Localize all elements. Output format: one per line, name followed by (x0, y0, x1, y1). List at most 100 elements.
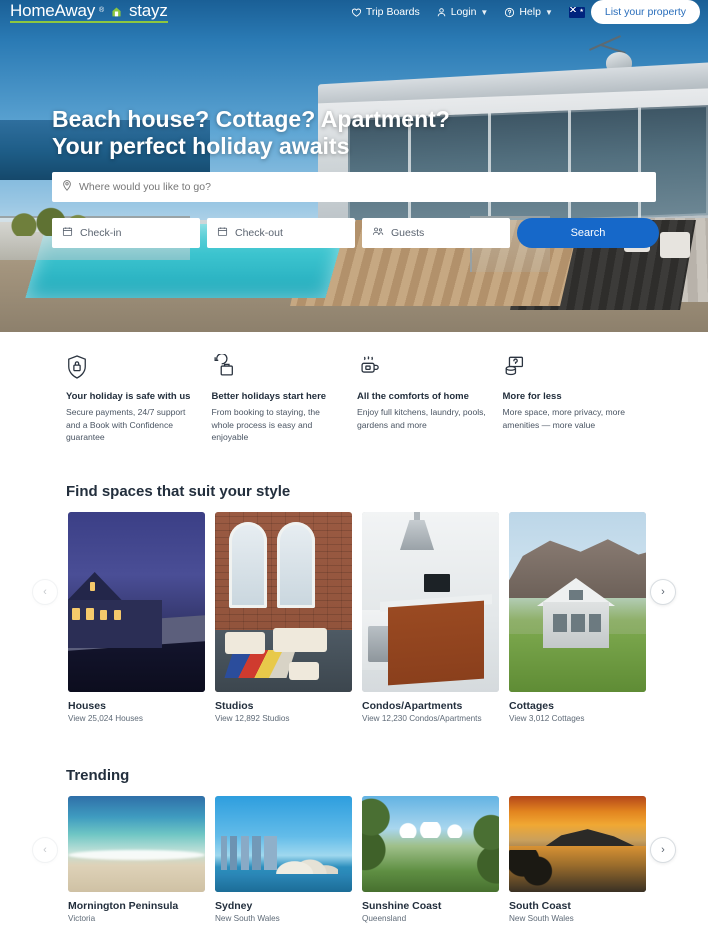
value-prop-safety: Your holiday is safe with us Secure paym… (66, 354, 212, 472)
space-card-subtitle: View 25,024 Houses (68, 714, 143, 723)
person-icon (436, 7, 447, 18)
value-prop-title: More for less (502, 391, 562, 402)
space-card-subtitle: View 12,230 Condos/Apartments (362, 714, 482, 723)
trending-next-button[interactable]: › (650, 837, 676, 863)
guests-label: Guests (391, 227, 425, 239)
trending-card-south-coast[interactable]: South Coast New South Wales (509, 796, 646, 923)
space-card-image (362, 512, 499, 692)
nav-item-help[interactable]: Help ▼ (504, 6, 553, 18)
trending-card-image (362, 796, 499, 892)
value-prop-body: From booking to staying, the whole proce… (211, 407, 320, 442)
value-prop-better-holidays: Better holidays start here From booking … (211, 352, 358, 472)
space-card-houses[interactable]: Houses View 25,024 Houses (68, 512, 205, 723)
primary-nav: Trip Boards Login ▼ Help ▼ ★ (351, 6, 585, 18)
nav-label-trip-boards: Trip Boards (365, 6, 420, 18)
search-input[interactable] (79, 181, 646, 193)
hero-headline-line1: Beach house? Cottage? Apartment? (52, 106, 450, 132)
hero-outdoor-chair (660, 232, 690, 258)
trending-card-subtitle: New South Wales (509, 914, 574, 923)
section-title-trending: Trending (66, 767, 130, 784)
hero-headline-line2: Your perfect holiday awaits (52, 133, 350, 159)
question-circle-icon (504, 7, 515, 18)
chevron-down-icon: ▼ (544, 7, 553, 17)
value-prop-more-for-less: More for less More space, more privacy, … (503, 354, 649, 472)
trending-card-image (68, 796, 205, 892)
space-card-title: Studios (215, 700, 254, 712)
space-card-studios[interactable]: Studios View 12,892 Studios (215, 512, 352, 723)
value-prop-body: More space, more privacy, more amenities… (502, 407, 626, 430)
space-card-title: Cottages (509, 700, 554, 712)
spaces-next-button[interactable]: › (650, 579, 676, 605)
hero-banner: HomeAway ® stayz Trip Boards Login ▼ Hel… (0, 0, 708, 332)
chevron-down-icon: ▼ (480, 7, 489, 17)
find-spaces-section: Find spaces that suit your style ‹ › Hou… (0, 483, 708, 723)
search-button[interactable]: Search (517, 218, 659, 248)
nav-label-login: Login (450, 6, 477, 18)
trending-card-subtitle: New South Wales (215, 914, 280, 923)
trending-card-mornington-peninsula[interactable]: Mornington Peninsula Victoria (68, 796, 205, 923)
checkin-label: Check-in (80, 227, 122, 239)
shield-lock-icon (66, 354, 196, 382)
checkout-label: Check-out (235, 227, 283, 239)
heart-icon (351, 7, 362, 18)
spaces-prev-button[interactable]: ‹ (32, 579, 58, 605)
value-propositions: Your holiday is safe with us Secure paym… (0, 332, 708, 472)
calendar-icon (217, 226, 228, 240)
trending-card-sunshine-coast[interactable]: Sunshine Coast Queensland (362, 796, 499, 923)
space-card-image (215, 512, 352, 692)
space-card-image (509, 512, 646, 692)
house-icon (110, 4, 123, 17)
search-filters-row: Check-in Check-out Guests Search (52, 218, 659, 248)
space-card-image (68, 512, 205, 692)
homepage: HomeAway ® stayz Trip Boards Login ▼ Hel… (0, 0, 708, 933)
trending-card-title: Mornington Peninsula (68, 900, 179, 912)
logo-stayz-text: stayz (128, 0, 168, 20)
space-card-subtitle: View 12,892 Studios (215, 714, 290, 723)
nav-label-help: Help (519, 6, 541, 18)
guests-field[interactable]: Guests (362, 218, 510, 248)
spaces-card-list: Houses View 25,024 Houses Studios View 1… (68, 512, 708, 723)
trending-card-sydney[interactable]: Sydney New South Wales (215, 796, 352, 923)
trending-card-title: Sydney (215, 900, 253, 912)
value-prop-title: All the comforts of home (357, 391, 469, 402)
trending-card-subtitle: Victoria (68, 914, 96, 923)
trending-card-list: Mornington Peninsula Victoria Sydney New… (68, 796, 708, 923)
value-prop-body: Enjoy full kitchens, laundry, pools, gar… (357, 407, 486, 430)
suitcase-clock-icon (212, 352, 342, 382)
destination-field[interactable] (52, 172, 656, 202)
hero-headline: Beach house? Cottage? Apartment? Your pe… (52, 106, 450, 160)
top-navigation-bar: HomeAway ® stayz Trip Boards Login ▼ Hel… (0, 0, 708, 24)
value-prop-title: Better holidays start here (211, 391, 327, 402)
list-your-property-button[interactable]: List your property (590, 0, 700, 24)
space-card-title: Houses (68, 700, 106, 712)
coins-value-icon (503, 354, 633, 382)
site-logo[interactable]: HomeAway ® stayz (10, 0, 168, 23)
trending-prev-button[interactable]: ‹ (32, 837, 58, 863)
search-widget: Check-in Check-out (52, 172, 659, 248)
location-pin-icon (62, 178, 72, 196)
section-title-spaces: Find spaces that suit your style (66, 483, 291, 500)
trending-card-subtitle: Queensland (362, 914, 407, 923)
value-prop-body: Secure payments, 24/7 support and a Book… (66, 407, 186, 442)
calendar-icon (62, 226, 73, 240)
trending-card-title: South Coast (509, 900, 571, 912)
coffee-cup-icon (357, 354, 487, 382)
checkin-field[interactable]: Check-in (52, 218, 200, 248)
trending-card-image (509, 796, 646, 892)
australia-flag-icon[interactable] (568, 6, 585, 18)
space-card-cottages[interactable]: Cottages View 3,012 Cottages (509, 512, 646, 723)
guests-icon (372, 226, 384, 240)
trending-card-title: Sunshine Coast (362, 900, 442, 912)
value-prop-comforts: All the comforts of home Enjoy full kitc… (357, 354, 503, 472)
space-card-title: Condos/Apartments (362, 700, 463, 712)
trending-card-image (215, 796, 352, 892)
nav-item-login[interactable]: Login ▼ (436, 6, 489, 18)
checkout-field[interactable]: Check-out (207, 218, 355, 248)
space-card-condos[interactable]: Condos/Apartments View 12,230 Condos/Apa… (362, 512, 499, 723)
logo-homeaway-text: HomeAway (10, 0, 96, 20)
nav-item-trip-boards[interactable]: Trip Boards (351, 6, 420, 18)
trending-section: Trending ‹ › Mornington Peninsula Victor… (0, 767, 708, 923)
space-card-subtitle: View 3,012 Cottages (509, 714, 585, 723)
logo-registered-mark: ® (99, 6, 104, 14)
value-prop-title: Your holiday is safe with us (66, 391, 191, 402)
